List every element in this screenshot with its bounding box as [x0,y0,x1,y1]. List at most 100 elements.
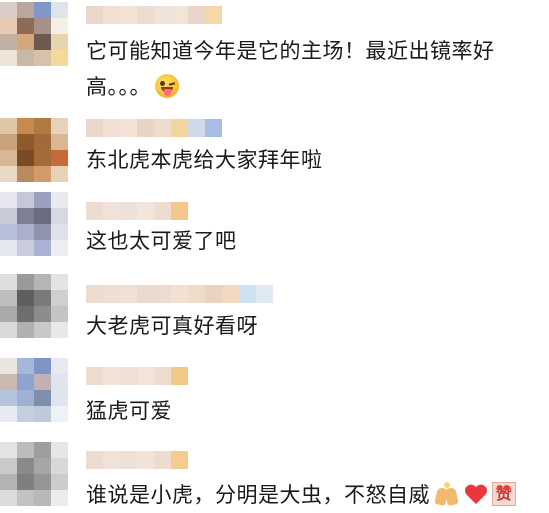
avatar-pixel [0,50,17,66]
avatar[interactable] [0,442,68,506]
username-pixel [120,6,137,24]
avatar-pixel [17,150,34,166]
avatar-pixel [51,458,68,474]
avatar[interactable] [0,358,68,422]
username-pixel [205,119,222,137]
username-pixel [137,6,154,24]
avatar-pixel [17,134,34,150]
avatar-pixel [0,208,17,224]
avatar-pixel [0,322,17,338]
comment-list: 它可能知道今年是它的主场！最近出镜率好高。。。 东北虎本虎给大家拜年啦 这也太可… [0,0,549,509]
avatar-pixel [0,306,17,322]
tongue-out-face-icon [155,74,179,98]
username-pixel [205,6,222,24]
username-pixel [171,451,188,469]
username-pixel [154,202,171,220]
username-pixel [188,119,205,137]
avatar-pixel [51,2,68,18]
comment-text-content: 这也太可爱了吧 [86,229,237,253]
avatar-pixel [17,442,34,458]
username-pixel [120,285,137,303]
avatar-pixel [51,474,68,490]
avatar-pixel [34,134,51,150]
avatar-pixel [51,134,68,150]
avatar[interactable] [0,118,68,182]
username-pixel [86,285,103,303]
comment-text-content: 大老虎可真好看呀 [86,314,258,338]
username-mosaic[interactable] [86,451,188,469]
avatar-pixel [34,322,51,338]
username-pixel [154,119,171,137]
comment-text: 它可能知道今年是它的主场！最近出镜率好高。。。 [86,33,535,105]
avatar-pixel [34,240,51,256]
avatar-pixel [34,458,51,474]
avatar-pixel [17,34,34,50]
avatar-pixel [34,406,51,422]
avatar-pixel [0,458,17,474]
avatar-pixel [51,34,68,50]
username-pixel [120,202,137,220]
avatar-pixel [17,240,34,256]
avatar[interactable] [0,192,68,256]
comment-text: 谁说是小虎，分明是大虫，不怒自威 赞 [86,477,549,513]
username-pixel [137,119,154,137]
username-pixel [154,451,171,469]
comment-text: 大老虎可真好看呀 [86,308,535,344]
username-mosaic[interactable] [86,202,188,220]
username-mosaic[interactable] [86,367,188,385]
avatar-pixel [17,18,34,34]
username-mosaic[interactable] [86,285,273,303]
avatar-pixel [51,290,68,306]
username-pixel [137,367,154,385]
avatar-pixel [17,2,34,18]
avatar[interactable] [0,2,68,66]
avatar[interactable] [0,274,68,338]
avatar-pixel [0,192,17,208]
avatar-pixel [34,274,51,290]
comment-text-content: 它可能知道今年是它的主场！最近出镜率好高。。。 [86,39,495,99]
avatar-pixel [0,166,17,182]
avatar-pixel [17,358,34,374]
avatar-pixel [0,290,17,306]
avatar-pixel [17,474,34,490]
username-pixel [86,202,103,220]
hands-icon [434,482,460,506]
avatar-pixel [34,358,51,374]
avatar-pixel [0,358,17,374]
avatar-pixel [34,50,51,66]
username-pixel [103,6,120,24]
username-pixel [188,285,205,303]
username-pixel [171,6,188,24]
username-mosaic[interactable] [86,6,222,24]
avatar-pixel [17,50,34,66]
username-pixel [239,285,256,303]
avatar-pixel [17,290,34,306]
username-pixel [171,202,188,220]
avatar-pixel [0,390,17,406]
username-mosaic[interactable] [86,119,222,137]
avatar-pixel [51,322,68,338]
avatar-pixel [17,490,34,506]
username-pixel [103,119,120,137]
avatar-pixel [51,118,68,134]
avatar-pixel [51,224,68,240]
avatar-pixel [51,406,68,422]
avatar-pixel [51,306,68,322]
username-pixel [205,285,222,303]
avatar-pixel [0,474,17,490]
avatar-pixel [17,118,34,134]
username-pixel [171,367,188,385]
avatar-pixel [17,390,34,406]
avatar-pixel [34,192,51,208]
avatar-pixel [51,18,68,34]
username-pixel [137,285,154,303]
username-pixel [86,451,103,469]
avatar-pixel [51,274,68,290]
avatar-pixel [0,442,17,458]
username-pixel [120,367,137,385]
avatar-pixel [34,490,51,506]
avatar-pixel [0,134,17,150]
avatar-pixel [0,118,17,134]
avatar-pixel [17,166,34,182]
avatar-pixel [51,442,68,458]
